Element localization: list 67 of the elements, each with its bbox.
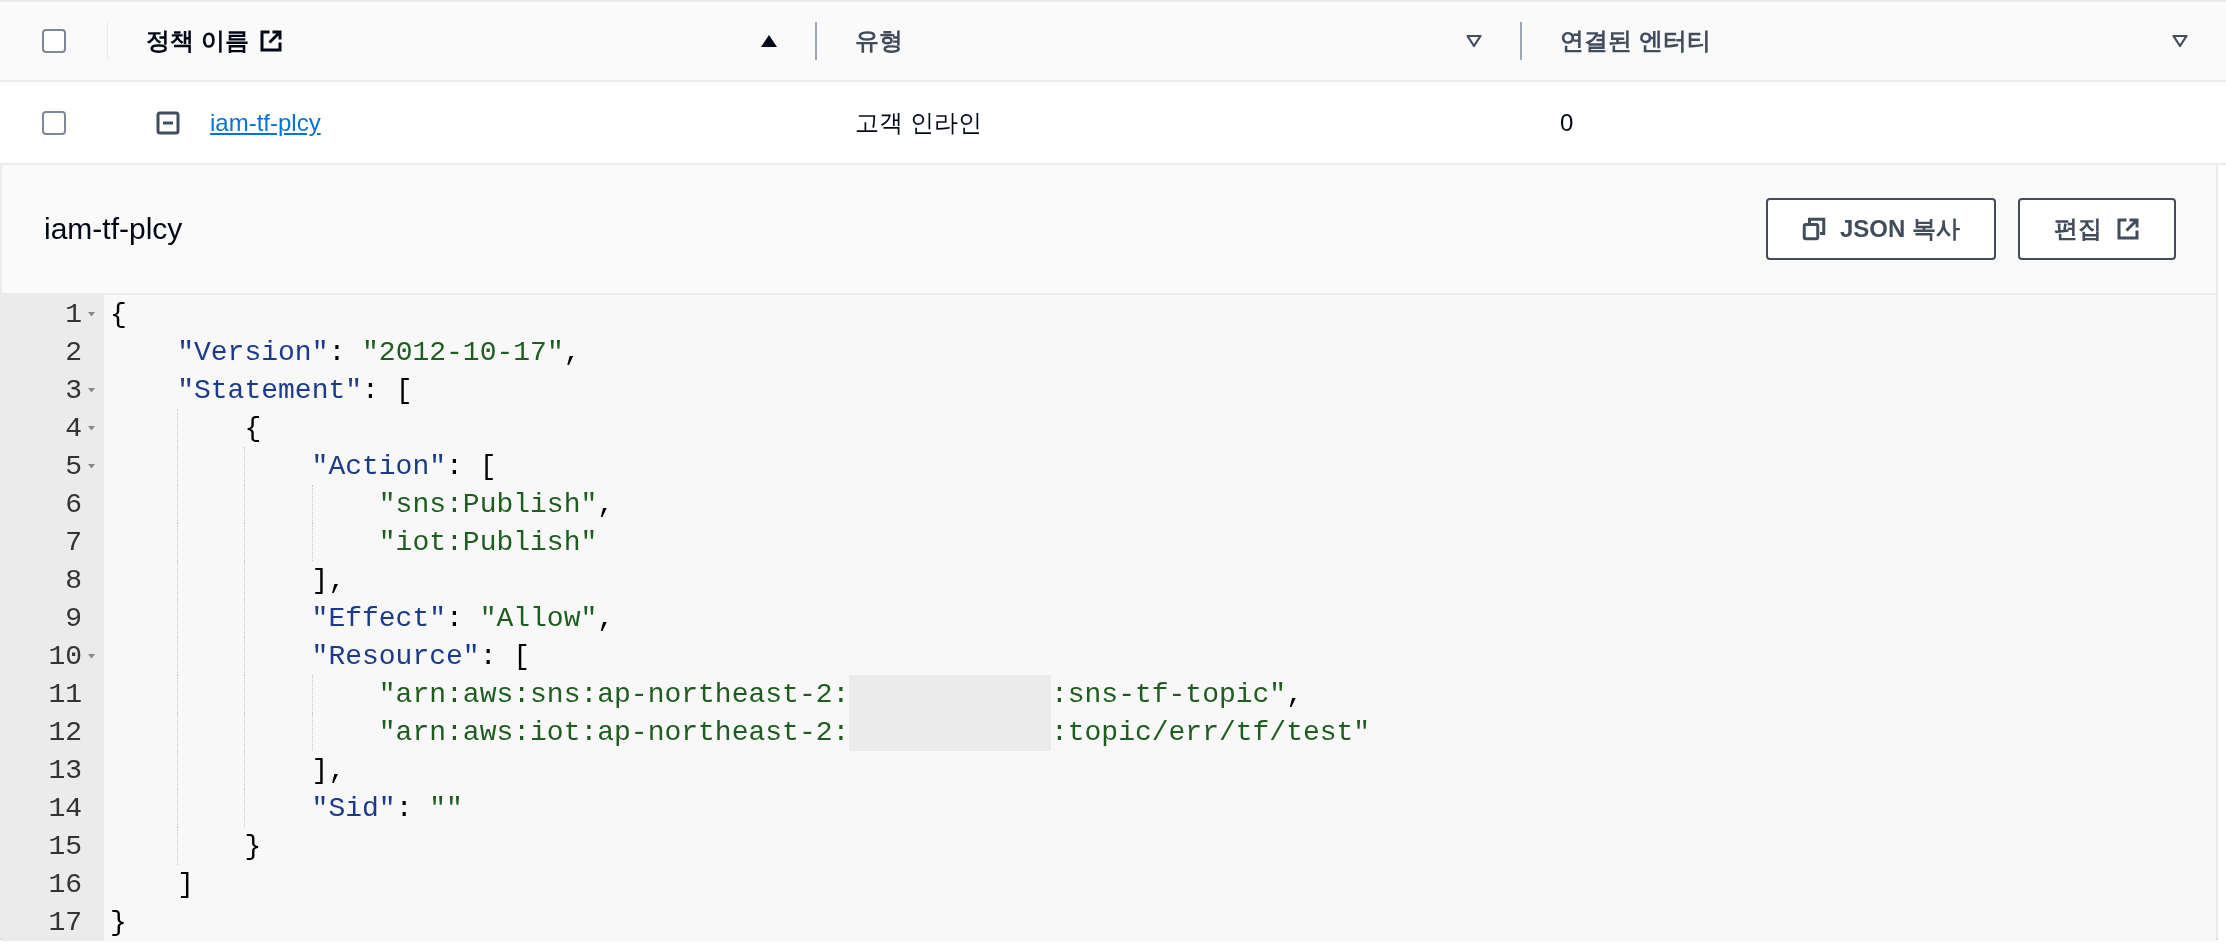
table-cell: 0	[1560, 108, 1574, 137]
line-number: 10	[48, 640, 82, 672]
column-header[interactable]: 정책 이름	[146, 25, 249, 57]
json-punctuation: : [	[479, 640, 531, 672]
json-punctuation: ,	[563, 336, 581, 368]
line-number: 2	[65, 336, 82, 368]
collapse-icon[interactable]	[156, 110, 180, 135]
edit-button[interactable]: 편집	[2018, 198, 2176, 260]
line-number: 7	[65, 526, 82, 558]
line-number: 3	[65, 374, 82, 406]
json-string: "iot:Publish"	[378, 526, 598, 558]
line-number: 17	[48, 906, 82, 938]
json-punctuation: : [	[446, 450, 497, 482]
json-punctuation: {	[244, 412, 262, 444]
sort-icon[interactable]	[1464, 33, 1484, 49]
line-number: 15	[48, 830, 82, 862]
line-number: 1	[65, 298, 82, 330]
sort-icon[interactable]	[2170, 33, 2190, 49]
policy-title: iam-tf-plcy	[44, 212, 183, 246]
json-punctuation: :	[395, 792, 414, 824]
json-punctuation: : [	[362, 374, 413, 406]
line-number: 14	[48, 792, 82, 824]
json-string: ""	[429, 792, 463, 824]
json-punctuation: :	[446, 602, 464, 634]
json-key: "Effect"	[311, 602, 447, 634]
line-number: 12	[48, 716, 82, 748]
select-all-checkbox[interactable]	[42, 29, 66, 53]
policy-link[interactable]: iam-tf-plcy	[210, 108, 321, 137]
row-checkbox[interactable]	[42, 110, 66, 135]
json-key: "Version"	[177, 336, 329, 368]
json-string: :topic/err/tf/test"	[1050, 716, 1371, 748]
json-punctuation: :	[328, 336, 347, 368]
json-key: "Statement"	[177, 374, 363, 406]
json-punctuation: ,	[597, 488, 615, 520]
line-number: 16	[48, 868, 82, 900]
json-key: "Resource"	[311, 640, 480, 672]
json-punctuation: ],	[311, 564, 346, 596]
json-punctuation: {	[110, 298, 127, 330]
line-number: 11	[48, 678, 82, 710]
copy-json-button[interactable]: JSON 복사	[1765, 198, 1996, 260]
table-cell-text: 고객 인라인	[855, 107, 982, 138]
json-key: "Sid"	[311, 792, 396, 824]
column-header[interactable]: 유형	[855, 25, 903, 57]
column-header[interactable]: 연결된 엔터티	[1560, 25, 1711, 57]
json-string: "arn:aws:iot:ap-northeast-2:	[378, 716, 850, 748]
json-punctuation: ,	[597, 602, 615, 634]
line-number: 6	[65, 488, 82, 520]
json-punctuation: ],	[311, 754, 346, 786]
json-string: "2012-10-17"	[362, 336, 564, 368]
json-string: "arn:aws:sns:ap-northeast-2:	[378, 678, 850, 710]
json-punctuation: ,	[1286, 678, 1303, 710]
json-string: "sns:Publish"	[378, 488, 598, 520]
line-number: 5	[65, 450, 82, 482]
copy-icon	[1801, 217, 1826, 241]
json-punctuation: }	[244, 830, 262, 862]
json-punctuation: ]	[177, 868, 194, 900]
json-string: :sns-tf-topic"	[1050, 678, 1287, 710]
line-number: 13	[48, 754, 82, 786]
json-key: "Action"	[311, 450, 447, 482]
json-string: "Allow"	[479, 602, 598, 634]
line-number: 4	[65, 412, 82, 444]
line-number: 8	[65, 564, 82, 596]
json-punctuation: }	[110, 906, 127, 938]
external-link-icon	[258, 29, 283, 53]
line-number: 9	[65, 602, 82, 634]
external-link-icon	[2116, 217, 2140, 241]
sort-ascending-icon[interactable]	[759, 33, 779, 49]
